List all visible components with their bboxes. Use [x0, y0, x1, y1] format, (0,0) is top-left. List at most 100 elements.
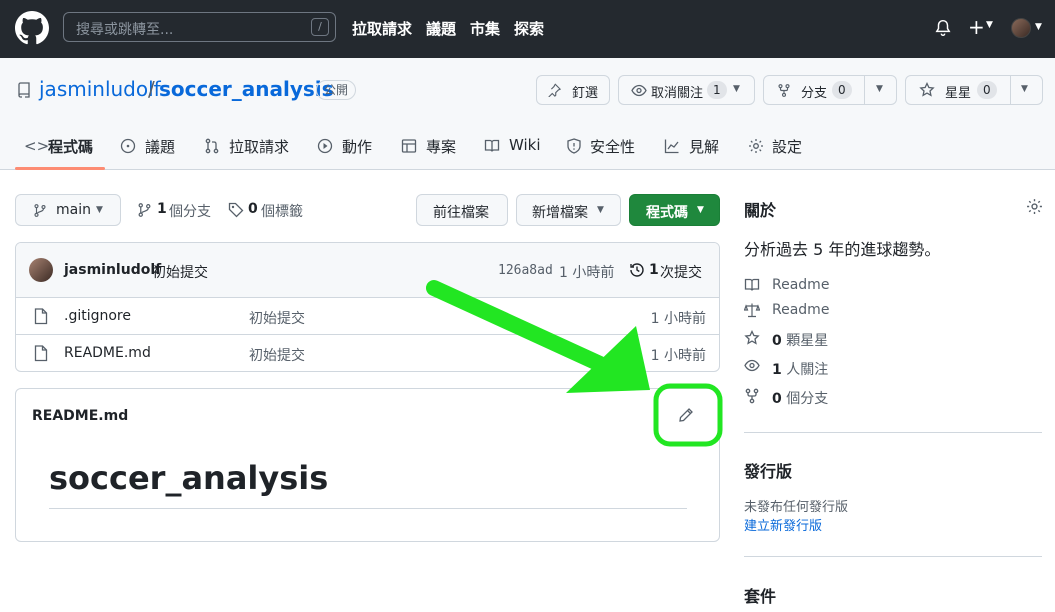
search-placeholder: 搜尋或跳轉至... [76, 22, 174, 38]
play-icon [317, 138, 333, 154]
eye-icon [631, 84, 647, 97]
visibility-badge: 公開 [316, 80, 357, 100]
readme-filename: README.md [32, 408, 129, 424]
file-icon [34, 345, 48, 362]
repo-tabs: <> 程式碼 議題 拉取請求 動作 專案 Wiki 安全性 見解 設定 [0, 130, 1055, 170]
shield-icon [567, 138, 581, 154]
repo-name-link[interactable]: soccer_analysis [159, 77, 334, 101]
tag-count[interactable]: 0 [248, 201, 258, 217]
active-tab-indicator [15, 167, 105, 170]
license-link-label: Readme [772, 302, 830, 318]
branch-count[interactable]: 1 [157, 201, 167, 217]
pin-button[interactable]: 釘選 [536, 75, 610, 105]
history-icon [630, 263, 644, 277]
code-icon: <> [24, 137, 50, 155]
code-button-label: 程式碼 [646, 205, 688, 221]
chevron-down-icon[interactable]: ▼ [1035, 22, 1042, 32]
repo-owner-link[interactable]: jasminludolf [39, 77, 161, 101]
branch-select-button[interactable]: main ▼ [15, 194, 121, 226]
tag-icon [228, 202, 244, 218]
tab-insights[interactable]: 見解 [689, 136, 719, 157]
commit-count[interactable]: 1 [649, 262, 659, 278]
sidebar-license-link[interactable]: Readme [743, 302, 829, 322]
repo-header: jasminludolf / soccer_analysis 公開 釘選 取消關… [0, 58, 1055, 170]
file-time: 1 小時前 [650, 348, 706, 364]
bell-icon[interactable] [934, 19, 952, 37]
tab-wiki[interactable]: Wiki [509, 136, 541, 154]
file-row[interactable]: .gitignore 初始提交 1 小時前 [16, 298, 719, 335]
chevron-down-icon[interactable]: ▼ [876, 84, 883, 94]
github-logo-icon[interactable] [15, 11, 49, 45]
commit-sha[interactable]: 126a8ad [498, 263, 553, 278]
user-avatar[interactable] [1011, 18, 1031, 38]
readme-panel: README.md soccer_analysis [15, 388, 720, 542]
go-to-file-button[interactable]: 前往檔案 [416, 194, 508, 226]
tag-count-label[interactable]: 個標籤 [261, 201, 303, 221]
code-button[interactable]: 程式碼 ▼ [629, 194, 720, 226]
watch-button[interactable]: 取消關注 1 ▼ [618, 75, 755, 105]
create-new-icon[interactable]: + [968, 15, 985, 39]
tab-settings[interactable]: 設定 [772, 136, 802, 157]
star-icon [919, 82, 935, 97]
about-title: 關於 [744, 201, 777, 220]
tab-actions[interactable]: 動作 [342, 136, 372, 157]
star-icon [744, 329, 760, 345]
releases-empty-text: 未發布任何發行版 [744, 500, 849, 515]
commit-author[interactable]: jasminludolf [64, 262, 161, 278]
sidebar-forks-link[interactable]: 0 個分支 [744, 388, 828, 408]
stars-count: 0 [772, 333, 782, 349]
chevron-down-icon[interactable]: ▼ [1021, 84, 1028, 94]
nav-explore[interactable]: 探索 [514, 18, 544, 39]
packages-title[interactable]: 套件 [744, 583, 776, 607]
file-commit-message[interactable]: 初始提交 [249, 308, 305, 328]
commit-count-label[interactable]: 次提交 [660, 262, 702, 282]
git-branch-icon [138, 203, 151, 217]
create-release-link[interactable]: 建立新發行版 [744, 515, 822, 534]
top-header: 搜尋或跳轉至... / 拉取請求 議題 市集 探索 + ▼ ▼ [0, 0, 1055, 58]
law-icon [743, 303, 761, 318]
pencil-edit-icon[interactable] [678, 407, 694, 423]
gear-icon[interactable] [1026, 198, 1043, 215]
file-row[interactable]: README.md 初始提交 1 小時前 [16, 335, 719, 371]
nav-pull-requests[interactable]: 拉取請求 [352, 18, 412, 39]
chevron-down-icon: ▼ [597, 205, 604, 215]
branch-count-label[interactable]: 個分支 [169, 201, 211, 221]
sidebar-readme-link[interactable]: Readme [744, 277, 829, 297]
repo-icon [18, 82, 30, 98]
add-file-label: 新增檔案 [532, 205, 588, 221]
slash-shortcut-badge: / [311, 18, 329, 36]
avatar[interactable] [29, 258, 53, 282]
issue-icon [120, 138, 136, 154]
chevron-down-icon: ▼ [697, 205, 704, 215]
commit-time: 1 小時前 [559, 265, 615, 281]
sidebar-watchers-link[interactable]: 1 人關注 [744, 359, 828, 378]
pin-icon [548, 83, 561, 97]
watch-label: 取消關注 [651, 86, 704, 101]
file-name[interactable]: README.md [64, 345, 151, 361]
go-to-file-label: 前往檔案 [433, 205, 489, 221]
commit-message[interactable]: 初始提交 [152, 262, 208, 282]
releases-title[interactable]: 發行版 [744, 458, 792, 482]
nav-marketplace[interactable]: 市集 [470, 18, 500, 39]
file-name[interactable]: .gitignore [64, 308, 131, 324]
nav-issues[interactable]: 議題 [426, 18, 456, 39]
forks-count: 0 [772, 391, 782, 407]
sidebar-stars-link[interactable]: 0 顆星星 [744, 329, 828, 350]
search-input[interactable]: 搜尋或跳轉至... / [63, 12, 336, 42]
file-commit-message[interactable]: 初始提交 [249, 345, 305, 365]
tab-issues[interactable]: 議題 [145, 136, 175, 157]
repo-path-separator: / [148, 77, 155, 101]
latest-commit-row: jasminludolf 初始提交 126a8ad 1 小時前 1 次提交 [16, 243, 719, 298]
star-label: 星星 [945, 86, 972, 101]
gear-icon [749, 139, 763, 153]
tab-security[interactable]: 安全性 [590, 136, 635, 157]
star-button[interactable]: 星星 0 ▼ [905, 75, 1043, 105]
tab-projects[interactable]: 專案 [426, 136, 456, 157]
fork-button[interactable]: 分支 0 ▼ [763, 75, 897, 105]
chevron-down-icon[interactable]: ▼ [986, 20, 993, 30]
tab-code[interactable]: 程式碼 [48, 136, 93, 157]
chevron-down-icon: ▼ [733, 84, 740, 94]
add-file-button[interactable]: 新增檔案 ▼ [516, 194, 621, 226]
tab-pull-requests[interactable]: 拉取請求 [229, 136, 289, 157]
file-list: jasminludolf 初始提交 126a8ad 1 小時前 1 次提交 .g… [15, 242, 720, 372]
